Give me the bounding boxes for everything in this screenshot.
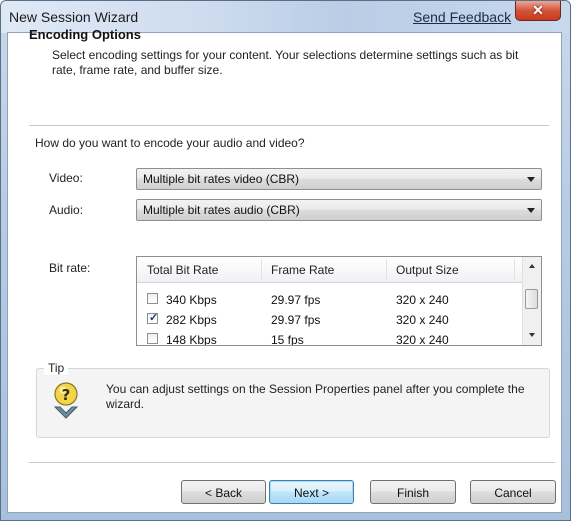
back-button[interactable]: < Back	[181, 480, 266, 504]
row-frame-rate: 15 fps	[271, 333, 304, 346]
table-row[interactable]: ✓ 282 Kbps 29.97 fps 320 x 240	[137, 311, 523, 330]
next-button[interactable]: Next >	[269, 480, 354, 504]
row-bit-rate: 340 Kbps	[166, 293, 217, 307]
window-title: New Session Wizard	[9, 9, 139, 25]
chevron-down-icon	[527, 177, 535, 182]
tip-text: You can adjust settings on the Session P…	[106, 382, 525, 411]
column-frame-rate[interactable]: Frame Rate	[271, 263, 334, 277]
audio-dropdown[interactable]: Multiple bit rates audio (CBR)	[136, 199, 542, 221]
row-output-size: 320 x 240	[396, 293, 449, 307]
svg-text:?: ?	[62, 386, 71, 404]
footer-divider	[29, 462, 555, 463]
column-divider[interactable]	[261, 259, 262, 280]
bitrate-list[interactable]: Total Bit Rate Frame Rate Output Size 34…	[136, 256, 542, 346]
table-row[interactable]: 148 Kbps 15 fps 320 x 240	[137, 331, 523, 346]
page-description: Select encoding settings for your conten…	[52, 48, 519, 77]
video-label: Video:	[49, 171, 83, 185]
page-title: Encoding Options	[29, 27, 141, 42]
scroll-down-button[interactable]	[523, 327, 541, 344]
row-frame-rate: 29.97 fps	[271, 293, 321, 307]
column-total-bit-rate[interactable]: Total Bit Rate	[147, 263, 218, 277]
checkmark-icon: ✓	[149, 312, 159, 324]
encode-question: How do you want to encode your audio and…	[35, 136, 305, 150]
row-output-size: 320 x 240	[396, 313, 449, 327]
column-divider[interactable]	[386, 259, 387, 280]
video-dropdown-value: Multiple bit rates video (CBR)	[143, 172, 300, 186]
video-dropdown[interactable]: Multiple bit rates video (CBR)	[136, 168, 542, 190]
scroll-up-button[interactable]	[523, 258, 541, 275]
row-checkbox[interactable]	[147, 333, 158, 344]
column-divider[interactable]	[514, 259, 515, 280]
row-checkbox[interactable]: ✓	[147, 312, 159, 324]
audio-dropdown-value: Multiple bit rates audio (CBR)	[143, 203, 300, 217]
close-icon: ✕	[532, 2, 544, 18]
row-bit-rate: 148 Kbps	[166, 333, 217, 346]
header-divider	[29, 125, 549, 126]
arrow-down-icon	[529, 333, 535, 337]
column-output-size[interactable]: Output Size	[396, 263, 459, 277]
lightbulb-tip-icon: ?	[52, 381, 80, 419]
row-output-size: 320 x 240	[396, 333, 449, 346]
chevron-down-icon	[527, 208, 535, 213]
table-row[interactable]: 340 Kbps 29.97 fps 320 x 240	[137, 291, 523, 310]
bitrate-list-header: Total Bit Rate Frame Rate Output Size	[137, 257, 523, 283]
send-feedback-link[interactable]: Send Feedback	[413, 9, 511, 25]
row-bit-rate: 282 Kbps	[166, 313, 217, 327]
cancel-button[interactable]: Cancel	[470, 480, 556, 504]
scroll-thumb[interactable]	[525, 289, 538, 309]
finish-button[interactable]: Finish	[370, 480, 456, 504]
arrow-up-icon	[529, 264, 535, 268]
close-button[interactable]: ✕	[515, 1, 561, 21]
tip-label: Tip	[44, 361, 69, 375]
bitrate-label: Bit rate:	[49, 261, 91, 275]
row-checkbox[interactable]	[147, 293, 158, 304]
bitrate-scrollbar[interactable]	[522, 257, 541, 345]
row-frame-rate: 29.97 fps	[271, 313, 321, 327]
audio-label: Audio:	[49, 203, 84, 217]
